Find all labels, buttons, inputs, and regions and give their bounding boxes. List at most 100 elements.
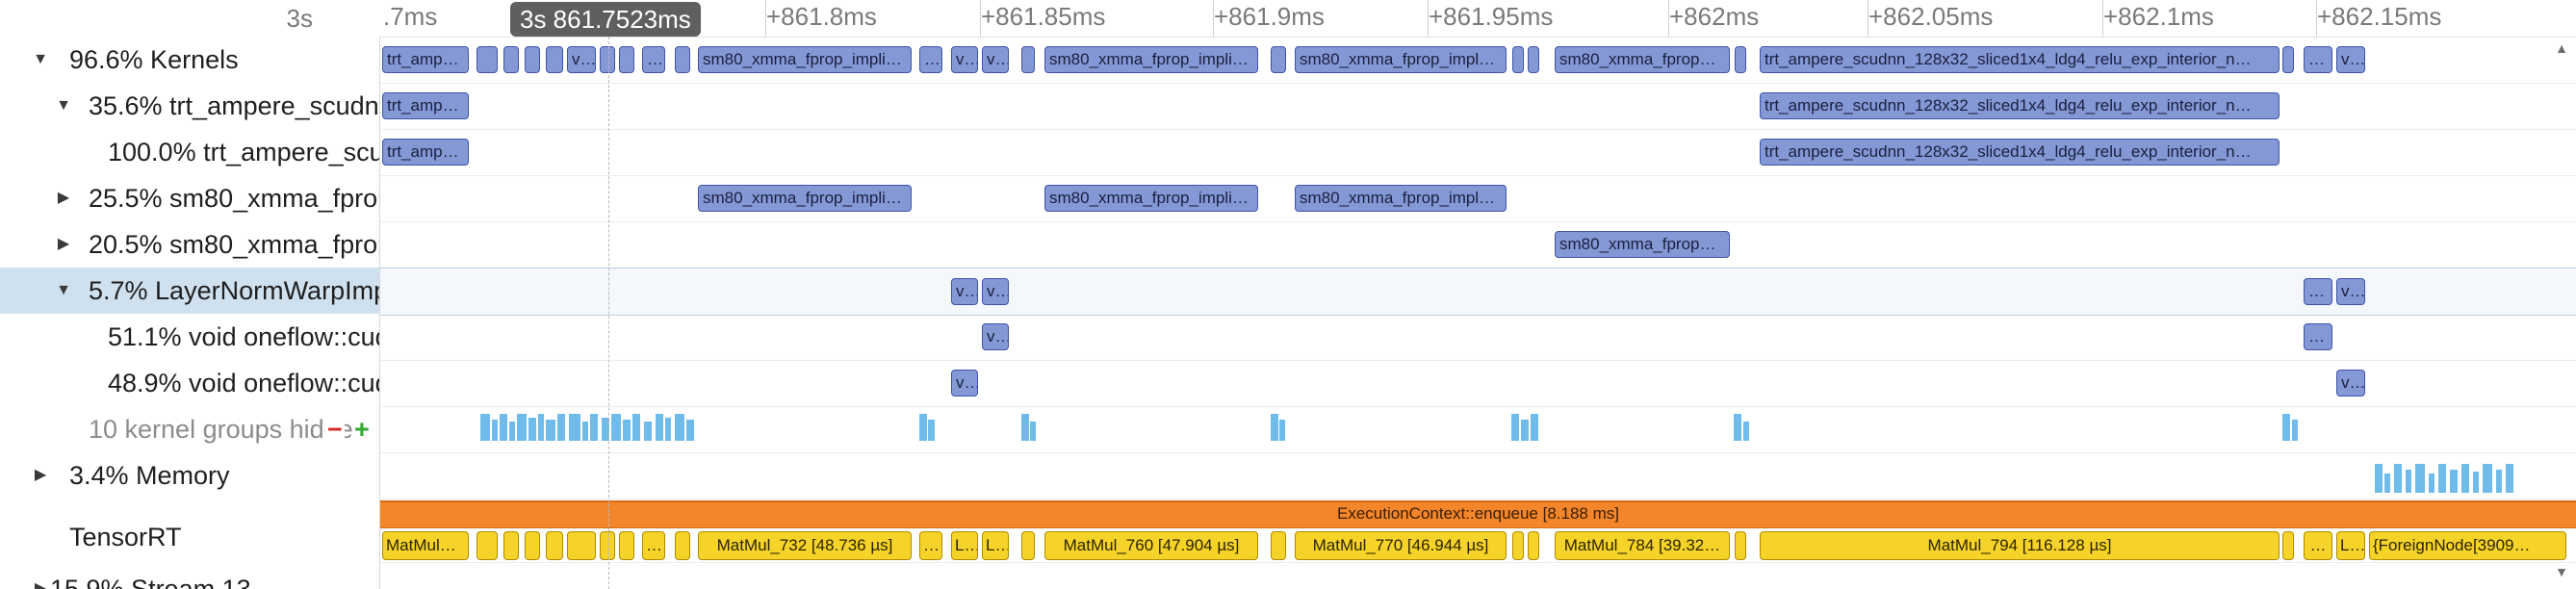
kernel-block[interactable]: v… [2336,370,2365,397]
kernel-block[interactable] [503,46,519,73]
trt-op-block[interactable]: MatMul_784 [39.32… [1555,531,1730,560]
kernel-block[interactable] [1528,46,1539,73]
trt-op-block[interactable]: … [642,531,665,560]
trt-op-block[interactable]: … [2304,531,2332,560]
kernel-block[interactable]: v… [2336,278,2365,305]
kernel-block[interactable]: sm80_xmma_fprop_impli… [698,185,912,212]
trt-op-block[interactable] [525,531,540,560]
trt-op-block[interactable]: MatMul_794 [116.128 µs] [1760,531,2280,560]
kernel-block[interactable] [1271,46,1286,73]
trt-op-block[interactable] [1735,531,1746,560]
kernel-block[interactable] [2282,46,2294,73]
kernel-block[interactable]: v… [951,370,978,397]
trt-op-block[interactable] [600,531,615,560]
track-layernorm-b[interactable]: v… v… [380,360,2576,407]
expand-groups-button[interactable]: + [352,406,372,452]
kernel-block[interactable]: sm80_xmma_fprop_impli… [1044,185,1258,212]
trt-op-block[interactable]: L… [951,531,978,560]
kernel-block[interactable] [675,46,690,73]
disclosure-triangle-icon[interactable]: ▶ [52,175,75,221]
trt-op-block[interactable] [675,531,690,560]
kernel-block[interactable]: sm80_xmma_fprop_impli… [698,46,912,73]
kernel-block[interactable]: v… [982,46,1009,73]
kernel-block[interactable]: trt_ampe… [382,46,469,73]
track-label-tensorrt[interactable]: TensorRT [0,508,379,566]
disclosure-triangle-icon[interactable]: ▶ [29,452,52,499]
kernel-block[interactable]: trt_ampere_scudnn_128x32_sliced1x4_ldg4_… [1760,92,2280,119]
trt-op-block[interactable]: L… [982,531,1009,560]
kernel-block[interactable]: … [2304,323,2332,350]
kernel-block[interactable] [525,46,540,73]
enqueue-bar[interactable]: ExecutionContext::enqueue [8.188 ms] [380,500,2576,528]
track-label-layernorm-a[interactable]: 51.1% void oneflow::cuda::layer_norm [0,314,379,360]
track-sm80-b[interactable]: sm80_xmma_fprop… [380,221,2576,269]
kernel-block[interactable]: trt_ampe… [382,139,469,166]
track-label-layernorm-b[interactable]: 48.9% void oneflow::cuda::layer_norm [0,360,379,406]
track-layernorm-a[interactable]: v… … [380,314,2576,361]
disclosure-triangle-icon[interactable]: ▼ [52,268,75,314]
kernel-block[interactable]: trt_ampe… [382,92,469,119]
kernel-block[interactable]: v… [951,278,978,305]
scroll-up-arrow-icon[interactable]: ▲ [2555,40,2568,56]
disclosure-triangle-icon[interactable]: ▼ [52,83,75,129]
trt-op-block[interactable]: MatMul_… [382,531,469,560]
disclosure-triangle-icon[interactable]: ▼ [29,37,52,83]
disclosure-triangle-icon[interactable]: ▶ [52,221,75,268]
track-label-stream[interactable]: ▶ 15.9% Stream 13 [0,566,379,589]
kernel-block[interactable] [477,46,498,73]
kernel-block[interactable]: trt_ampere_scudnn_128x32_sliced1x4_ldg4_… [1760,139,2280,166]
kernel-block[interactable]: v… [951,46,978,73]
kernel-block[interactable] [1512,46,1524,73]
track-tensorrt-ops[interactable]: MatMul_… … MatMul_732 [48.736 µs] … L… L… [380,525,2576,563]
trt-op-block[interactable] [619,531,634,560]
trt-op-block[interactable] [567,531,596,560]
trt-op-block[interactable] [546,531,563,560]
track-label-trt-ampere[interactable]: ▼ 35.6% trt_ampere_scudnn_128x32_sliced1… [0,83,379,129]
track-label-sm80-b[interactable]: ▶ 20.5% sm80_xmma_fprop_implicit_gemm [0,221,379,268]
kernel-block[interactable] [1021,46,1035,73]
trt-op-block[interactable] [477,531,498,560]
track-sm80-a[interactable]: sm80_xmma_fprop_impli… sm80_xmma_fprop_i… [380,175,2576,222]
kernel-block[interactable]: sm80_xmma_fprop… [1555,231,1730,258]
track-label-kernels[interactable]: ▼ 96.6% Kernels [0,37,379,83]
kernel-block[interactable]: v… [2336,46,2365,73]
track-trt-ampere-sub[interactable]: trt_ampe… trt_ampere_scudnn_128x32_slice… [380,129,2576,176]
track-label-hidden-groups[interactable]: 10 kernel groups hidden − + [0,406,379,452]
kernel-block[interactable]: sm80_xmma_fprop_impl… [1295,185,1507,212]
trt-op-block[interactable] [1021,531,1035,560]
track-layernorm[interactable]: v… v… … v… [380,268,2576,316]
kernel-block[interactable]: v… [982,278,1009,305]
kernel-block[interactable] [600,46,615,73]
collapse-groups-button[interactable]: − [325,406,345,452]
time-ruler[interactable]: 3s .7ms +861.8ms +861.85ms +861.9ms +861… [0,0,2576,38]
track-label-sm80-a[interactable]: ▶ 25.5% sm80_xmma_fprop_implicit_gemm [0,175,379,221]
kernel-block[interactable]: … [642,46,665,73]
kernel-block[interactable] [1735,46,1746,73]
kernel-block[interactable] [619,46,634,73]
trt-op-block[interactable] [1528,531,1539,560]
trt-op-block[interactable]: MatMul_760 [47.904 µs] [1044,531,1258,560]
scroll-down-arrow-icon[interactable]: ▼ [2555,564,2568,579]
track-label-memory[interactable]: ▶ 3.4% Memory [0,452,379,499]
kernel-block[interactable]: v… [982,323,1009,350]
kernel-block[interactable]: trt_ampere_scudnn_128x32_sliced1x4_ldg4_… [1760,46,2280,73]
trt-op-block[interactable] [1512,531,1524,560]
track-kernels[interactable]: trt_ampe… v… … sm80_xmma_fprop_impli… … … [380,37,2576,84]
track-memory[interactable] [380,452,2576,499]
kernel-block[interactable]: sm80_xmma_fprop… [1555,46,1730,73]
kernel-block[interactable]: sm80_xmma_fprop_impl… [1295,46,1507,73]
kernel-block[interactable]: v… [567,46,596,73]
trt-op-block[interactable] [503,531,519,560]
trt-op-block[interactable]: {ForeignNode[3909… [2369,531,2566,560]
kernel-block[interactable]: … [2304,46,2332,73]
trt-op-block[interactable]: MatMul_732 [48.736 µs] [698,531,912,560]
kernel-block[interactable]: sm80_xmma_fprop_impli… [1044,46,1258,73]
track-label-layernorm[interactable]: ▼ 5.7% LayerNormWarpImpl [0,268,379,314]
track-trt-ampere[interactable]: trt_ampe… trt_ampere_scudnn_128x32_slice… [380,83,2576,130]
track-hidden-groups[interactable] [380,406,2576,453]
disclosure-triangle-icon[interactable]: ▶ [29,566,52,589]
track-label-trt-ampere-sub[interactable]: 100.0% trt_ampere_scudnn_128x32_sliced1x… [0,129,379,175]
trt-op-block[interactable]: … [919,531,942,560]
kernel-block[interactable] [546,46,563,73]
trt-op-block[interactable]: L… [2336,531,2365,560]
